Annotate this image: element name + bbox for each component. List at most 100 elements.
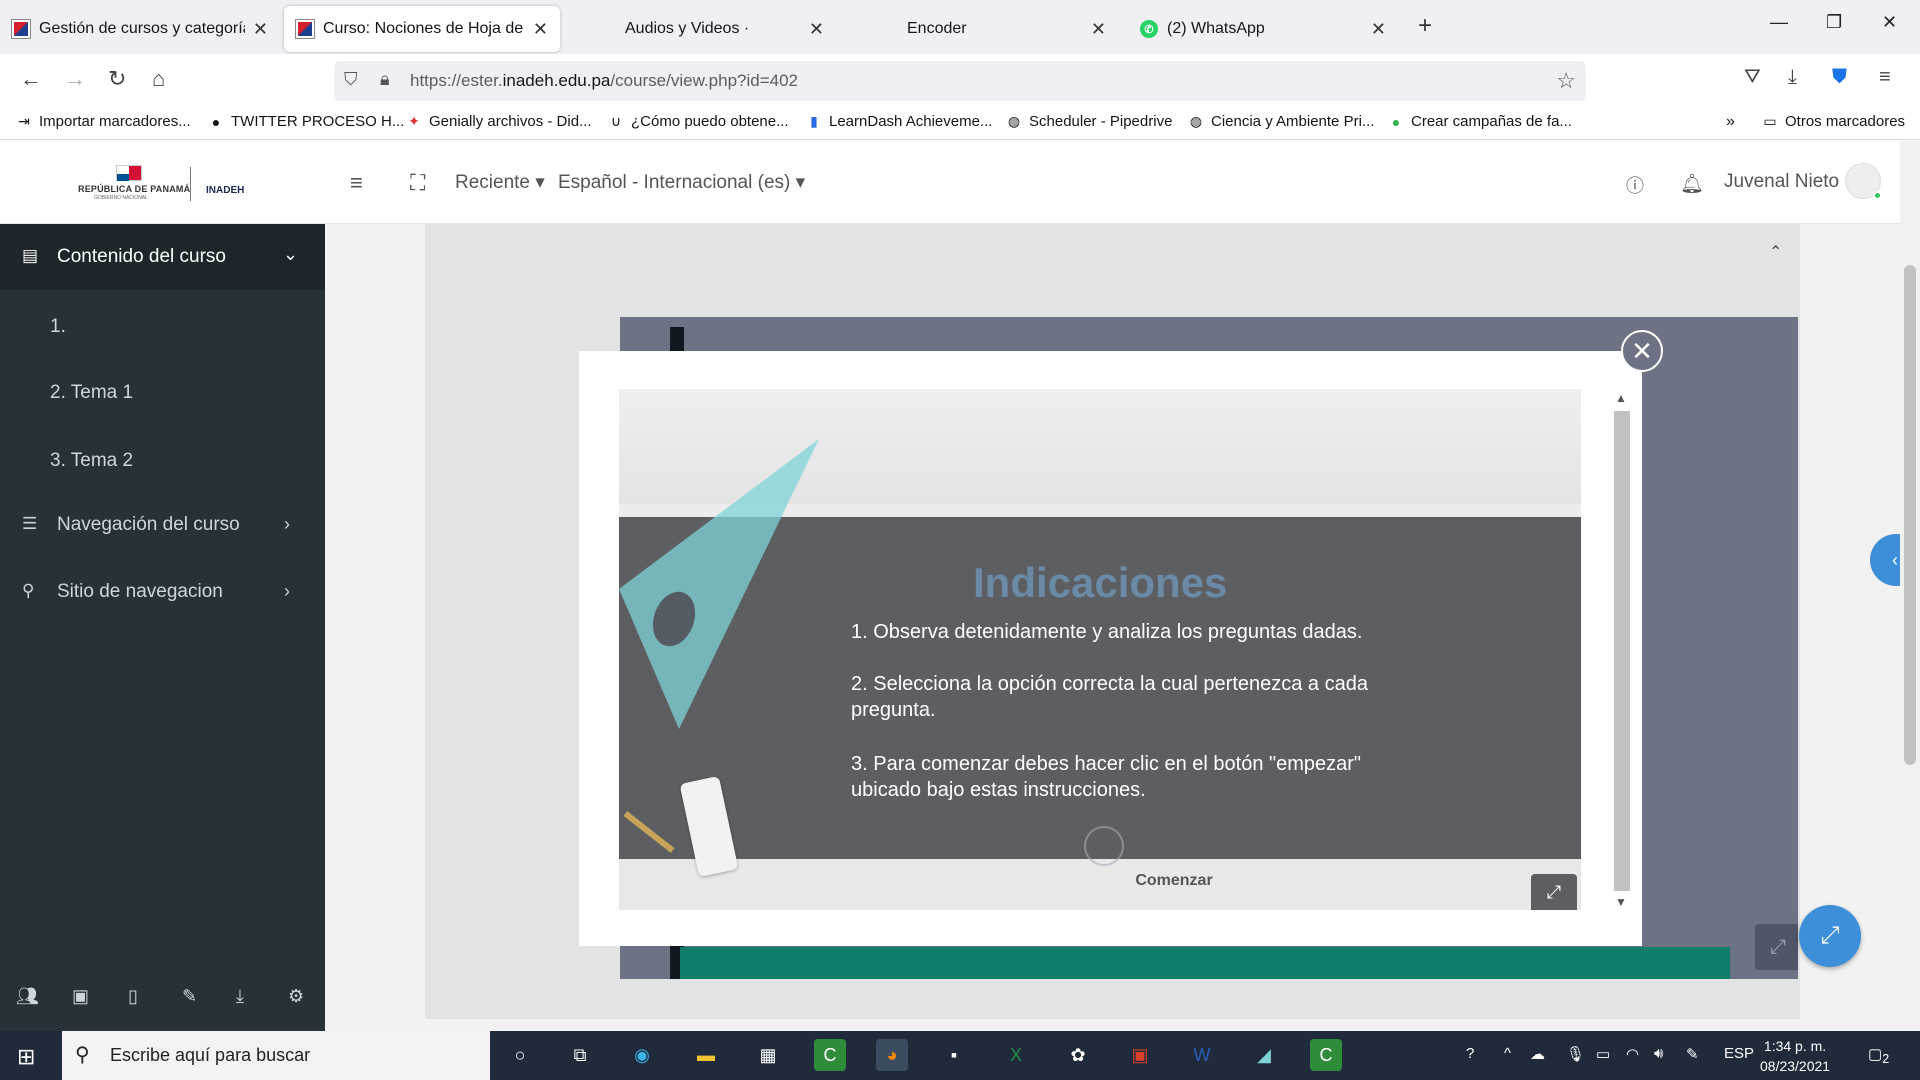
more-bookmarks-icon[interactable]: » (1726, 113, 1735, 131)
forward-icon[interactable]: → (64, 66, 86, 92)
bookmark-item[interactable]: ✦ Genially archivos - Did... (406, 113, 591, 130)
browser-tab[interactable]: Encoder ✕ (868, 6, 1118, 52)
hamburger-menu-icon[interactable]: ≡ (350, 170, 363, 196)
browser-tab[interactable]: Audios y Videos · ✕ (586, 6, 836, 52)
start-check-icon[interactable] (1084, 826, 1124, 866)
course-navigation-item[interactable]: ☰ Navegación del curso › (0, 514, 325, 544)
bookmark-item[interactable]: ● TWITTER PROCESO H... (208, 113, 405, 130)
file-explorer-icon[interactable]: ▬ (690, 1039, 722, 1071)
scroll-down-icon[interactable]: ▼ (1615, 895, 1627, 909)
close-tab-icon[interactable]: ✕ (809, 19, 824, 40)
fullscreen-icon[interactable]: ⛶ (410, 170, 425, 196)
site-navigation-item[interactable]: ⚲ Sitio de navegacion › (0, 581, 325, 611)
excel-icon[interactable]: X (1000, 1039, 1032, 1071)
pen-icon[interactable]: ✎ (1686, 1045, 1699, 1063)
page-scrollbar[interactable] (1900, 141, 1920, 1031)
browser-tab-active[interactable]: Curso: Nociones de Hoja de Cá ✕ (284, 6, 560, 52)
help-tray-icon[interactable]: ? (1466, 1045, 1474, 1062)
site-logo[interactable]: REPÚBLICA DE PANAMÁ GOBIERNO NACIONAL IN… (78, 165, 248, 203)
bookmark-item[interactable]: ▮ LearnDash Achieveme... (806, 113, 992, 130)
camtasia-recorder-icon[interactable]: C (1310, 1039, 1342, 1071)
participants-icon[interactable]: 👥︎ (16, 986, 39, 1007)
browser-tab[interactable]: ✆ (2) WhatsApp ✕ (1128, 6, 1398, 52)
close-modal-button[interactable]: ✕ (1621, 330, 1663, 372)
language-dropdown[interactable]: Español - Internacional (es) ▾ (558, 171, 805, 194)
pocket-icon[interactable]: ⛛ (1744, 66, 1761, 89)
stage-fullscreen-icon[interactable]: ⤢ (1755, 924, 1798, 970)
scroll-thumb[interactable] (1614, 411, 1630, 891)
restore-icon[interactable]: ❐ (1826, 12, 1842, 33)
modal-scrollbar[interactable]: ▲ ▼ (1612, 389, 1632, 910)
close-window-icon[interactable]: ✕ (1882, 12, 1897, 33)
url-text[interactable]: https://ester.inadeh.edu.pa/course/view.… (410, 71, 798, 91)
close-tab-icon[interactable]: ✕ (533, 19, 548, 40)
windows-start-icon[interactable]: ⊞ (17, 1044, 35, 1070)
cortana-icon[interactable]: ○ (504, 1039, 536, 1071)
recent-dropdown[interactable]: Reciente ▾ (455, 171, 545, 194)
bookmark-item[interactable]: ⇥ Importar marcadores... (16, 113, 191, 130)
word-icon[interactable]: W (1186, 1039, 1218, 1071)
store-icon[interactable]: ▦ (752, 1039, 784, 1071)
lock-icon[interactable]: 🔒︎ (380, 69, 390, 90)
help-icon[interactable]: ⓘ (1626, 172, 1644, 198)
mic-icon[interactable]: 🎙︎ (1566, 1045, 1585, 1063)
notifications-icon[interactable]: ▢2 (1868, 1045, 1889, 1066)
close-tab-icon[interactable]: ✕ (1371, 19, 1386, 40)
course-content-header[interactable]: ▤ Contenido del curso ⌄ (0, 224, 325, 290)
back-icon[interactable]: ← (20, 66, 42, 92)
close-tab-icon[interactable]: ✕ (253, 19, 268, 40)
bookmark-item[interactable]: ◍ Scheduler - Pipedrive (1006, 113, 1173, 130)
notes-icon[interactable]: ◢ (1248, 1039, 1280, 1071)
close-tab-icon[interactable]: ✕ (1091, 19, 1106, 40)
app-icon[interactable]: ▪ (938, 1039, 970, 1071)
collapse-icon[interactable]: ⌃ (1769, 242, 1782, 262)
battery-icon[interactable]: ▭ (1596, 1045, 1610, 1063)
bell-icon[interactable]: 🔔︎ (1680, 172, 1704, 196)
chevron-up-icon[interactable]: ^ (1504, 1045, 1511, 1062)
clock[interactable]: 1:34 p. m. 08/23/2021 (1760, 1036, 1830, 1076)
download-icon[interactable]: ⤓ (236, 986, 244, 1007)
taskbar-search[interactable]: ⚲ Escribe aquí para buscar (62, 1031, 490, 1080)
section-item[interactable]: 2. Tema 1 (50, 382, 133, 404)
camtasia-icon[interactable]: C (814, 1039, 846, 1071)
user-name[interactable]: Juvenal Nieto (1724, 171, 1839, 193)
menu-icon[interactable]: ≡ (1879, 66, 1891, 89)
browser-tab[interactable]: Gestión de cursos y categorías ✕ (0, 6, 280, 52)
wifi-icon[interactable]: ◠ (1626, 1045, 1639, 1063)
new-tab-button[interactable]: + (1418, 12, 1432, 40)
page-scroll-thumb[interactable] (1904, 265, 1916, 765)
scroll-up-icon[interactable]: ▲ (1615, 391, 1627, 405)
firefox-icon[interactable]: ◕ (876, 1039, 908, 1071)
paint-icon[interactable]: ✿ (1062, 1039, 1094, 1071)
extension-shield-icon[interactable]: ⛊ (1832, 66, 1847, 89)
volume-icon[interactable]: 🔊︎ (1654, 1045, 1663, 1062)
edge-icon[interactable]: ◉ (626, 1039, 658, 1071)
bookmark-item[interactable]: ∪ ¿Cómo puedo obtene... (608, 113, 789, 130)
shield-icon[interactable]: ⛉ (344, 69, 358, 90)
download-icon[interactable]: ⤓ (1788, 66, 1797, 89)
bookmark-item[interactable]: ◍ Ciencia y Ambiente Pri... (1188, 113, 1375, 130)
other-bookmarks[interactable]: ▭ Otros marcadores (1762, 113, 1905, 130)
file-icon[interactable]: ▯ (128, 986, 138, 1007)
blank-favicon-icon (880, 20, 898, 38)
section-item[interactable]: 1. (50, 316, 66, 338)
brush-icon[interactable]: ✎ (182, 986, 197, 1007)
campaign-icon: ● (1391, 113, 1401, 130)
expand-fab-button[interactable]: ⤢ (1799, 905, 1861, 967)
reload-icon[interactable]: ↻ (108, 66, 126, 92)
expand-icon[interactable]: ⤢ (1531, 874, 1577, 910)
archive-icon[interactable]: ▣ (72, 986, 89, 1007)
avatar[interactable] (1845, 163, 1882, 200)
minimize-icon[interactable]: — (1770, 12, 1788, 33)
task-view-icon[interactable]: ⧉ (564, 1039, 596, 1071)
bookmark-item[interactable]: ● Crear campañas de fa... (1388, 113, 1572, 130)
presentation-icon[interactable]: ▣ (1124, 1039, 1156, 1071)
home-icon[interactable]: ⌂ (152, 66, 165, 92)
language-indicator[interactable]: ESP (1724, 1045, 1754, 1062)
section-item[interactable]: 3. Tema 2 (50, 450, 133, 472)
bookmark-star-icon[interactable]: ☆ (1556, 68, 1576, 94)
settings-icon[interactable]: ⚙ (288, 986, 304, 1007)
address-bar[interactable]: ⛉ 🔒︎ https://ester.inadeh.edu.pa/course/… (334, 61, 1586, 101)
onedrive-icon[interactable]: ☁ (1530, 1045, 1545, 1063)
start-button[interactable]: Comenzar (619, 872, 1581, 890)
